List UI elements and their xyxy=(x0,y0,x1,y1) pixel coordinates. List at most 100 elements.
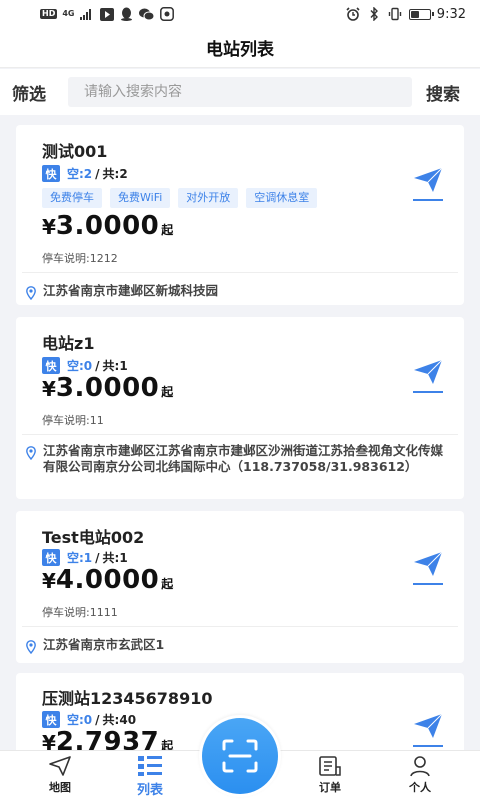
currency-symbol: ¥ xyxy=(42,215,56,239)
profile-icon xyxy=(410,756,430,777)
station-card[interactable]: 电站z1 快 空:0 / 共:1 ¥ 3.0000 起 停车说明:11 江苏省南… xyxy=(16,317,464,499)
amenity-tag: 免费WiFi xyxy=(110,188,171,208)
battery-icon xyxy=(408,8,434,20)
filter-bar: 筛选 搜索 xyxy=(0,69,480,115)
price-value: 3.0000 xyxy=(55,373,160,403)
station-name: Test电站002 xyxy=(42,528,145,547)
scan-button-inner xyxy=(202,718,278,794)
navigate-button[interactable] xyxy=(412,713,444,750)
network-label: 4G xyxy=(62,9,75,18)
availability: 快 空:0 / 共:1 xyxy=(42,357,128,374)
price-unit: 起 xyxy=(161,739,174,750)
currency-symbol: ¥ xyxy=(42,569,56,593)
navigate-arrow-icon xyxy=(414,713,443,738)
total-count: 共:1 xyxy=(102,551,128,565)
station-card[interactable]: 测试001 快 空:2 / 共:2 免费停车 免费WiFi 对外开放 空调休息室… xyxy=(16,125,464,305)
station-list[interactable]: 测试001 快 空:2 / 共:2 免费停车 免费WiFi 对外开放 空调休息室… xyxy=(0,115,480,750)
location-pin-icon xyxy=(26,446,36,460)
amenity-tag: 空调休息室 xyxy=(246,188,318,208)
availability: 快 空:2 / 共:2 xyxy=(42,165,128,182)
map-icon xyxy=(49,756,71,776)
filter-button[interactable]: 筛选 xyxy=(12,80,68,105)
price: ¥ 2.7937 起 xyxy=(42,727,173,750)
parking-note: 停车说明:11 xyxy=(42,414,104,427)
hd-badge: HD xyxy=(40,9,58,19)
navigate-button[interactable] xyxy=(412,551,444,593)
total-count: 共:2 xyxy=(102,167,128,181)
navigate-underline xyxy=(413,583,443,585)
scan-button[interactable] xyxy=(199,715,281,797)
location-pin-icon xyxy=(26,286,36,300)
tab-orders[interactable]: 订单 xyxy=(300,755,360,795)
fast-charge-badge: 快 xyxy=(42,549,60,566)
amenity-tag: 免费停车 xyxy=(42,188,102,208)
station-name: 压测站12345678910 xyxy=(42,689,213,708)
navigate-underline xyxy=(413,745,443,747)
tab-label: 个人 xyxy=(409,781,431,794)
availability-separator: / xyxy=(95,550,100,565)
card-divider xyxy=(22,434,458,435)
price-value: 3.0000 xyxy=(55,211,160,241)
station-address: 江苏省南京市建邺区江苏省南京市建邺区沙洲街道江苏拾叁视角文化传媒有限公司南京分公… xyxy=(43,443,444,474)
station-address: 江苏省南京市建邺区新城科技园 xyxy=(43,283,219,298)
vibrate-icon xyxy=(388,7,403,22)
status-bar: HD 4G 9:32 xyxy=(0,0,480,28)
video-app-icon xyxy=(99,7,114,22)
navigate-underline xyxy=(413,391,443,393)
title-bar: 电站列表 xyxy=(0,28,480,68)
app-notification-icon xyxy=(159,7,174,22)
alarm-icon xyxy=(346,7,361,22)
parking-note: 停车说明:1111 xyxy=(42,606,118,619)
clock: 9:32 xyxy=(436,6,466,22)
fast-charge-badge: 快 xyxy=(42,357,60,374)
station-name: 电站z1 xyxy=(42,334,95,353)
wechat-icon xyxy=(139,7,155,22)
price-unit: 起 xyxy=(161,385,174,399)
station-card[interactable]: Test电站002 快 空:1 / 共:1 ¥ 4.0000 起 停车说明:11… xyxy=(16,511,464,663)
search-button[interactable]: 搜索 xyxy=(426,80,460,105)
tab-profile[interactable]: 个人 xyxy=(390,755,450,795)
status-right: 9:32 xyxy=(346,7,466,22)
tab-map[interactable]: 地图 xyxy=(30,755,90,795)
orders-icon xyxy=(319,756,341,776)
card-divider xyxy=(22,272,458,273)
search-input[interactable] xyxy=(68,77,412,107)
availability-separator: / xyxy=(95,166,100,181)
availability-separator: / xyxy=(95,358,100,373)
price: ¥ 4.0000 起 xyxy=(42,565,173,595)
tab-label: 地图 xyxy=(49,781,71,794)
tab-label: 列表 xyxy=(136,783,163,798)
total-count: 共:40 xyxy=(102,713,137,727)
tab-list[interactable]: 列表 xyxy=(120,755,180,798)
navigate-underline xyxy=(413,199,443,201)
status-left: HD 4G xyxy=(40,7,174,22)
navigate-arrow-icon xyxy=(414,167,443,192)
parking-note: 停车说明:1212 xyxy=(42,252,118,265)
navigate-arrow-icon xyxy=(414,551,443,576)
station-address: 江苏省南京市玄武区1 xyxy=(43,637,165,652)
free-count: 空:0 xyxy=(67,359,93,373)
fast-charge-badge: 快 xyxy=(42,165,60,182)
station-name: 测试001 xyxy=(42,142,108,161)
fast-charge-badge: 快 xyxy=(42,711,60,728)
price-unit: 起 xyxy=(161,223,174,237)
amenity-tags: 免费停车 免费WiFi 对外开放 空调休息室 xyxy=(42,188,318,208)
price: ¥ 3.0000 起 xyxy=(42,211,173,241)
tab-label: 订单 xyxy=(319,781,341,794)
address-row: 江苏省南京市建邺区江苏省南京市建邺区沙洲街道江苏拾叁视角文化传媒有限公司南京分公… xyxy=(26,443,448,475)
navigate-arrow-icon xyxy=(414,359,443,384)
list-icon xyxy=(138,756,162,776)
price-value: 2.7937 xyxy=(55,727,160,750)
address-row: 江苏省南京市玄武区1 xyxy=(26,637,448,654)
scan-qr-icon xyxy=(222,739,258,773)
bluetooth-icon xyxy=(367,7,382,22)
navigate-button[interactable] xyxy=(412,167,444,209)
availability: 快 空:0 / 共:40 xyxy=(42,711,136,728)
currency-symbol: ¥ xyxy=(42,377,56,401)
availability-separator: / xyxy=(95,712,100,727)
card-divider xyxy=(22,626,458,627)
navigate-button[interactable] xyxy=(412,359,444,401)
currency-symbol: ¥ xyxy=(42,731,56,750)
price: ¥ 3.0000 起 xyxy=(42,373,173,403)
free-count: 空:1 xyxy=(67,551,93,565)
